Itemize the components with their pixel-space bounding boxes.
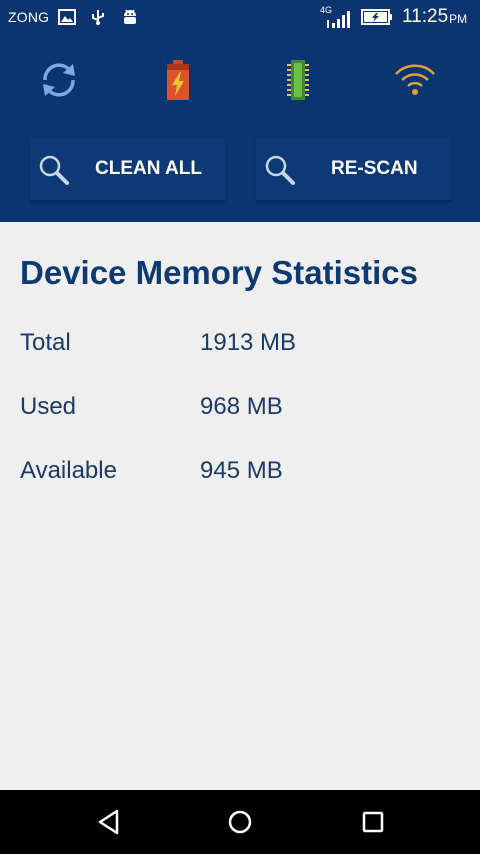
ram-icon[interactable] [274,56,322,104]
rescan-label: RE-SCAN [331,158,418,179]
time-value: 11:25 [402,6,449,27]
app-header: ZONG 4G 11:25 PM CLEAN ALL RE-SCAN [0,0,480,222]
status-bar: ZONG 4G 11:25 PM [0,0,480,34]
back-icon[interactable] [89,802,129,842]
clean-all-button[interactable]: CLEAN ALL [30,138,225,200]
stat-row-available: Available 945 MB [20,451,460,491]
time-ampm: PM [449,12,468,26]
usb-icon [90,0,106,34]
android-icon [121,0,139,34]
carrier-label: ZONG [8,9,50,25]
wifi-icon[interactable] [391,56,439,104]
gallery-icon [58,0,76,34]
signal-icon: 4G [320,0,352,34]
stat-label: Available [20,457,117,484]
network-type-label: 4G [320,5,333,15]
recents-icon[interactable] [353,802,393,842]
home-icon[interactable] [220,802,260,842]
stat-row-total: Total 1913 MB [20,323,460,363]
search-icon [36,152,72,188]
stat-label: Used [20,393,77,420]
rescan-button[interactable]: RE-SCAN [256,138,451,200]
page-title: Device Memory Statistics [20,254,419,291]
navigation-bar [0,790,480,854]
stat-value: 1913 MB [200,329,297,356]
stat-row-used: Used 968 MB [20,387,460,427]
status-time: 11:25 PM [402,0,467,34]
clean-all-label: CLEAN ALL [95,158,202,179]
stat-value: 968 MB [200,393,283,420]
battery-charging-icon [361,0,393,34]
stat-label: Total [20,329,71,356]
stat-value: 945 MB [200,457,283,484]
search-icon [262,152,298,188]
battery-boost-icon[interactable] [154,56,202,104]
refresh-icon[interactable] [35,56,83,104]
